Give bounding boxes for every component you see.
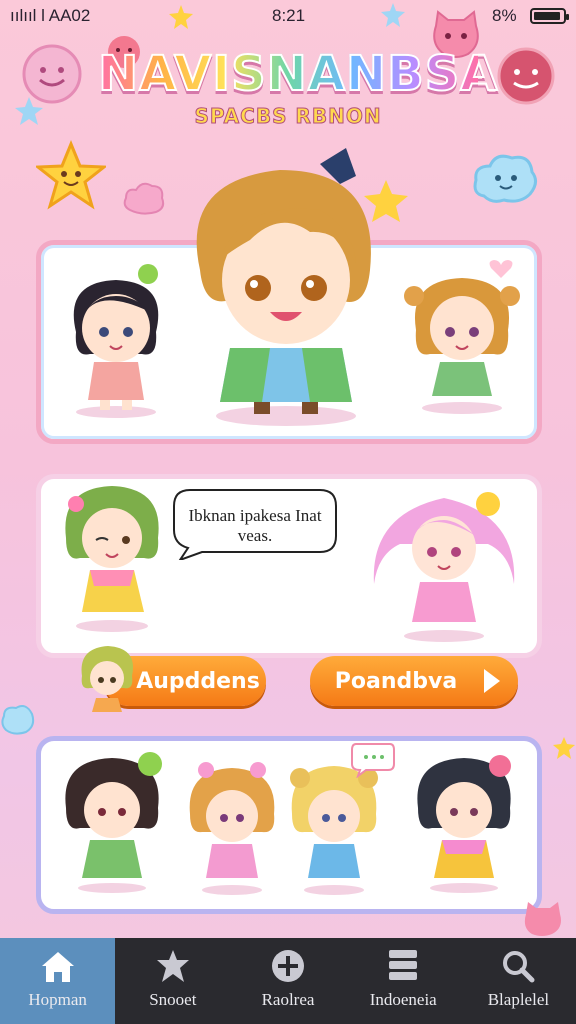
character-avatar [81, 646, 133, 712]
star-icon [15, 97, 43, 125]
clock: 8:21 [272, 6, 306, 25]
nav-label: Indoeneia [369, 990, 437, 1009]
nav-item-blaplelel[interactable]: Blaplelel [461, 938, 576, 1024]
smiley-face-icon [497, 47, 555, 105]
battery-icon [530, 8, 569, 24]
chat-bubble-icon [351, 743, 395, 778]
bottom-navigation: Hopman Snooet Raolrea Indoeneia Blaplele… [0, 938, 576, 1024]
character-illustration [373, 492, 515, 642]
star-icon [553, 737, 575, 759]
poandbva-button[interactable]: Poandbva [310, 656, 518, 706]
star-icon [169, 5, 193, 29]
cloud-sticker-icon [123, 182, 165, 215]
nav-item-snooet[interactable]: Snooet [115, 938, 230, 1024]
battery-percentage: 8% [492, 6, 517, 25]
poandbva-button-label: Poandbva [334, 668, 458, 694]
stack-icon [389, 950, 418, 980]
main-character-illustration [196, 148, 408, 426]
title-subtitle: SPACBS RBNON [194, 104, 382, 129]
aupddens-button-label: Aupddens [136, 668, 260, 694]
home-icon [41, 952, 74, 982]
cloud-sticker-icon [1, 705, 35, 735]
status-bar: ıılııl l AA02 8:21 8% [0, 0, 576, 34]
play-icon [484, 669, 500, 693]
nav-label: Snooet [149, 990, 197, 1009]
character-illustration [65, 486, 159, 632]
nav-label: Hopman [28, 990, 87, 1009]
character-illustration [189, 762, 275, 895]
search-icon [503, 951, 535, 983]
character-illustration [65, 752, 162, 893]
star-figure-icon [156, 950, 189, 982]
heart-icon [489, 260, 513, 278]
nav-item-home[interactable]: Hopman [0, 938, 116, 1024]
signal-indicator: ıılııl l AA02 [10, 6, 91, 25]
title-main: NAVISNANBSA [97, 45, 499, 103]
character-illustration [404, 278, 520, 414]
nav-item-raolrea[interactable]: Raolrea [230, 938, 345, 1024]
cat-sticker-icon [524, 902, 561, 936]
character-illustration [417, 755, 511, 893]
plus-circle-icon [272, 950, 304, 982]
nav-item-indoeneia[interactable]: Indoeneia [346, 938, 461, 1024]
nav-label: Raolrea [261, 990, 315, 1009]
character-illustration [73, 264, 159, 418]
speech-bubble-text: Ibknan ipakesa Inat veas. [188, 506, 322, 545]
app-title-logo: NAVISNANBSA SPACBS RBNON [97, 45, 499, 129]
star-icon [381, 3, 405, 27]
cloud-sticker-icon [473, 154, 537, 203]
star-sticker-icon [36, 140, 106, 210]
nav-label: Blaplelel [487, 990, 550, 1009]
